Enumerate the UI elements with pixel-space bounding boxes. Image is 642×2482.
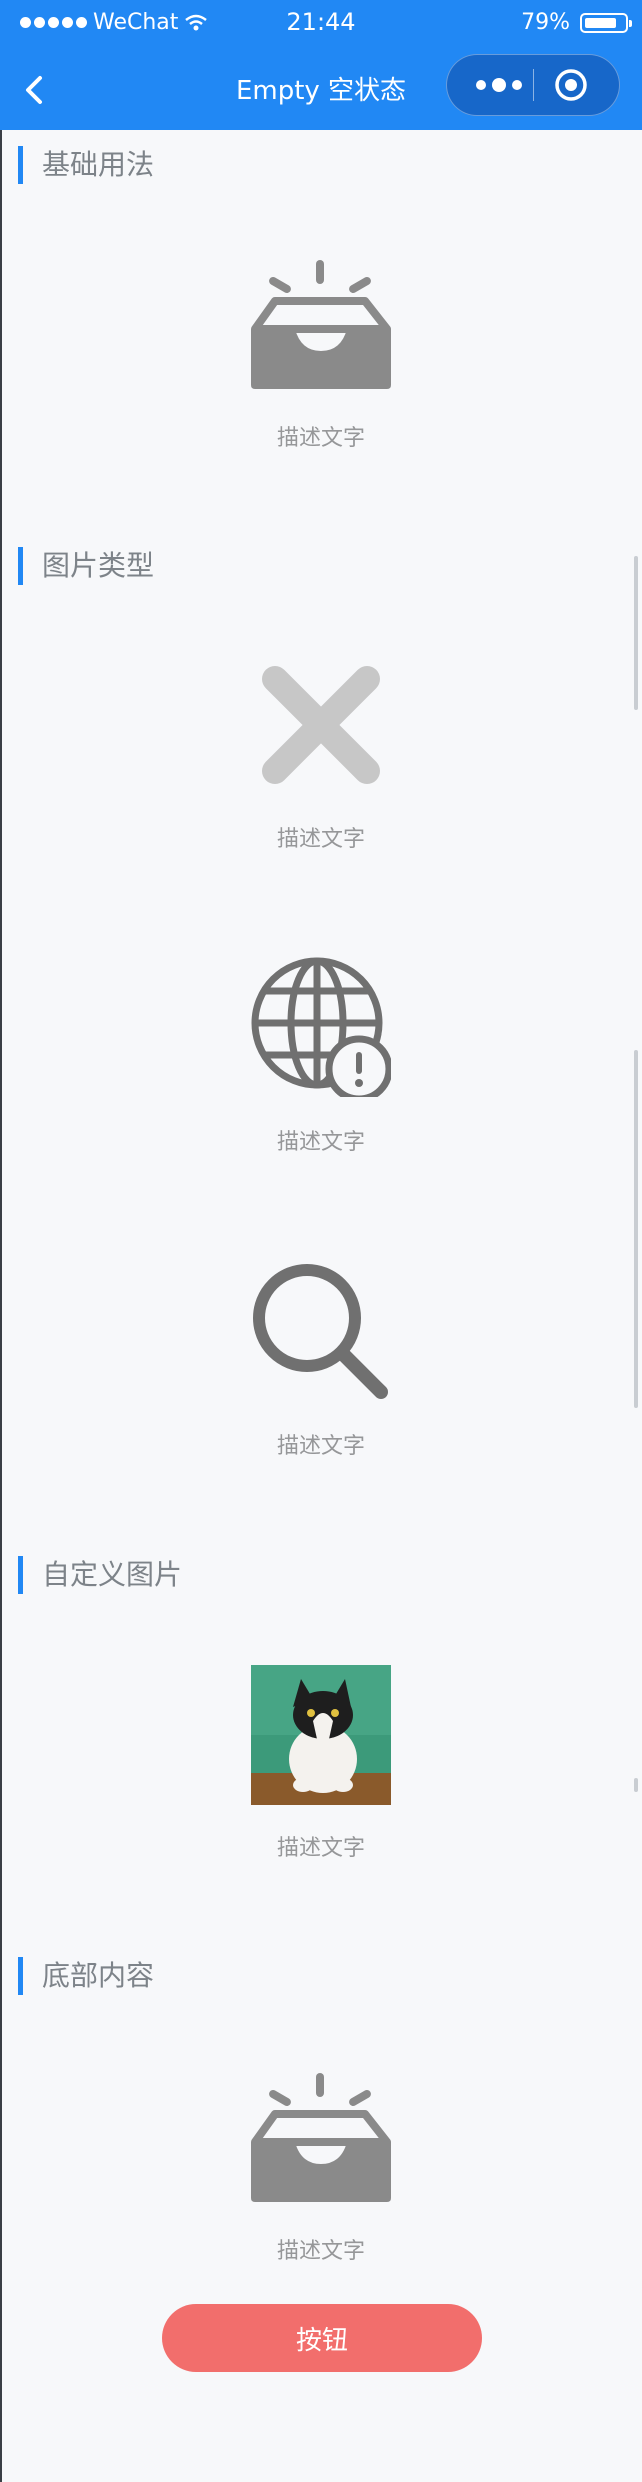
action-button[interactable]: 按钮 <box>162 2304 482 2372</box>
scrollbar[interactable] <box>634 1778 638 1792</box>
inbox-icon <box>251 2073 391 2202</box>
section-title-bottom-content: 底部内容 <box>18 1957 154 1995</box>
network-error-globe-icon <box>251 957 391 1097</box>
search-icon <box>253 1264 388 1399</box>
empty-description: 描述文字 <box>276 2239 365 2264</box>
empty-description: 描述文字 <box>276 827 365 852</box>
battery-percent: 79% <box>521 10 570 35</box>
menu-capsule <box>446 54 620 116</box>
empty-description: 描述文字 <box>276 1434 365 1459</box>
capsule-divider <box>533 69 534 101</box>
scrollbar[interactable] <box>634 556 638 710</box>
status-bar: WeChat 21:44 79% <box>0 0 642 50</box>
status-bar-right: 79% <box>521 10 632 35</box>
more-dots-icon[interactable] <box>467 55 531 115</box>
empty-description: 描述文字 <box>276 426 365 451</box>
left-edge-line <box>0 130 2 2482</box>
close-target-icon[interactable] <box>551 65 591 105</box>
error-x-icon <box>262 666 380 784</box>
navigation-bar: Empty 空状态 <box>0 50 642 130</box>
empty-description: 描述文字 <box>276 1836 365 1861</box>
section-title-basic: 基础用法 <box>18 146 154 184</box>
custom-cat-image <box>251 1665 391 1805</box>
battery-icon <box>580 12 632 33</box>
section-title-image-types: 图片类型 <box>18 547 154 585</box>
scrollbar[interactable] <box>634 1050 638 1408</box>
empty-description: 描述文字 <box>276 1130 365 1155</box>
section-title-custom-image: 自定义图片 <box>18 1556 182 1594</box>
inbox-icon <box>251 260 391 389</box>
